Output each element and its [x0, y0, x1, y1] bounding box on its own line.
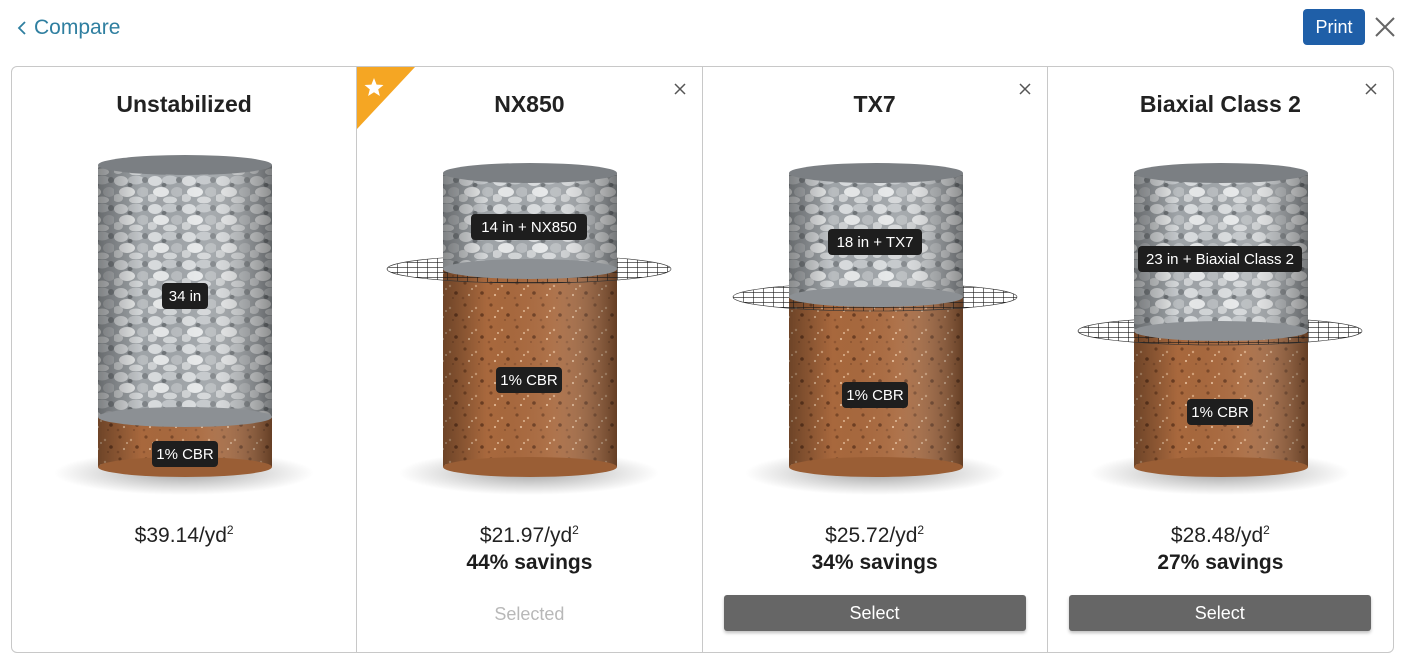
close-icon[interactable]	[672, 81, 688, 97]
print-button[interactable]: Print	[1303, 9, 1365, 45]
svg-text:23 in + Biaxial Class 2: 23 in + Biaxial Class 2	[1146, 251, 1294, 268]
svg-text:1% CBR: 1% CBR	[156, 446, 214, 463]
subgrade-label: 1% CBR	[1186, 399, 1253, 425]
price: $28.48/yd2	[1170, 523, 1270, 547]
price: $21.97/yd2	[479, 523, 579, 547]
close-icon[interactable]	[1363, 81, 1379, 97]
card-title: Biaxial Class 2	[1139, 91, 1301, 117]
comparison-card-biaxial-class-2: Biaxial Class 2 23 in + Biaxial Class 2 …	[1048, 67, 1393, 652]
aggregate-label: 14 in + NX850	[471, 214, 588, 240]
svg-text:18 in + TX7: 18 in + TX7	[836, 234, 913, 251]
select-button-tx7[interactable]: Select	[723, 595, 1026, 631]
chevron-left-icon	[17, 21, 26, 35]
price: $25.72/yd2	[825, 523, 925, 547]
section-illustration: 23 in + Biaxial Class 2 1% CBR	[1077, 163, 1363, 495]
price: $39.14/yd2	[134, 523, 234, 547]
card-title: NX850	[494, 91, 565, 117]
back-link-label: Compare	[34, 16, 121, 39]
close-icon[interactable]	[1017, 81, 1033, 97]
subgrade-label: 1% CBR	[496, 367, 563, 393]
savings-text: 44% savings	[466, 551, 593, 574]
comparison-card-tx7: TX7 18 in + TX7 1% CBR $25.72/yd2 34% sa…	[703, 67, 1048, 652]
selected-status: Selected	[494, 604, 565, 624]
subgrade-label: 1% CBR	[841, 382, 908, 408]
aggregate-label: 34 in	[162, 283, 208, 309]
select-button-biaxial-class-2[interactable]: Select	[1068, 595, 1371, 631]
savings-text: 34% savings	[811, 551, 938, 574]
section-illustration: 14 in + NX850 1% CBR	[386, 163, 672, 495]
close-icon[interactable]	[1372, 14, 1398, 40]
section-illustration: 34 in 1% CBR	[54, 155, 314, 495]
aggregate-label: 18 in + TX7	[827, 229, 922, 255]
card-title: TX7	[853, 91, 896, 117]
section-illustration: 18 in + TX7 1% CBR	[732, 163, 1017, 495]
comparison-panel: Unstabilized 34 in 1% CBR $39.14/yd2 NX8…	[11, 66, 1394, 653]
back-to-compare-link[interactable]: Compare	[16, 16, 120, 40]
svg-text:14 in + NX850: 14 in + NX850	[482, 219, 578, 236]
svg-text:1% CBR: 1% CBR	[500, 372, 558, 389]
svg-text:34 in: 34 in	[169, 288, 202, 305]
svg-text:1% CBR: 1% CBR	[1191, 404, 1249, 421]
aggregate-label: 23 in + Biaxial Class 2	[1137, 246, 1302, 272]
savings-text: 27% savings	[1157, 551, 1284, 574]
top-bar: Compare Print	[0, 0, 1401, 60]
comparison-card-nx850: NX850 14 in + NX850 1% CBR $21.97/yd2 44…	[357, 67, 703, 652]
comparison-card-unstabilized: Unstabilized 34 in 1% CBR $39.14/yd2	[12, 67, 358, 652]
svg-text:1% CBR: 1% CBR	[846, 387, 904, 404]
subgrade-label: 1% CBR	[152, 441, 218, 467]
card-title: Unstabilized	[116, 91, 252, 117]
